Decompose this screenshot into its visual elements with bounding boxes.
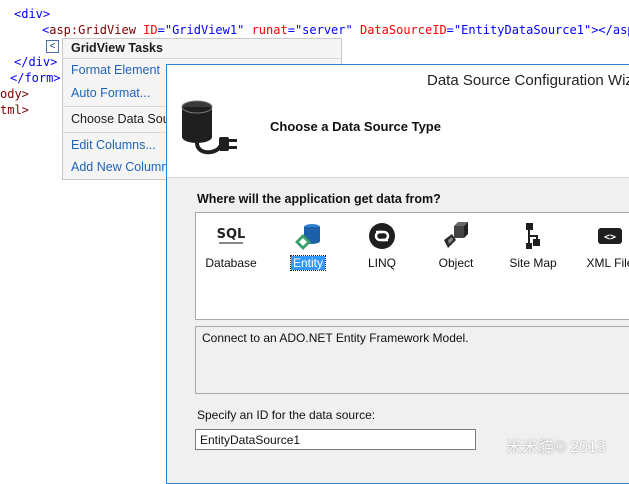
source-type-label: Object — [438, 256, 474, 270]
source-question-label: Where will the application get data from… — [197, 192, 441, 206]
add-new-column-link[interactable]: Add New Column... — [71, 160, 179, 174]
source-type-label: XML File — [586, 256, 629, 270]
format-element-link[interactable]: Format Element — [71, 63, 160, 77]
code-line: <asp:GridView ID="GridView1" runat="serv… — [42, 23, 629, 37]
source-description-box: Connect to an ADO.NET Entity Framework M… — [195, 326, 629, 394]
source-type-label: Entity — [289, 255, 327, 271]
divider — [63, 58, 341, 59]
source-type-label: Site Map — [509, 256, 557, 270]
data-source-id-label: Specify an ID for the data source: — [197, 408, 376, 422]
database-plug-icon — [181, 100, 237, 155]
data-source-type-list[interactable]: SQL Database Entity LINQ Object Site Map… — [195, 212, 629, 320]
sql-database-icon: SQL — [217, 227, 246, 244]
code-line: </div> — [14, 55, 58, 69]
smart-tag-button[interactable]: < — [46, 40, 59, 53]
code-line: ody> — [0, 87, 29, 101]
svg-text:SQL: SQL — [217, 227, 246, 242]
source-type-label: LINQ — [367, 256, 396, 270]
svg-text:<>: <> — [604, 232, 616, 243]
step-title: Choose a Data Source Type — [270, 119, 441, 134]
wizard-header: Choose a Data Source Type — [167, 95, 629, 177]
xml-file-icon: <> — [598, 228, 622, 244]
source-type-site-map[interactable]: Site Map — [502, 218, 564, 274]
source-type-label: Database — [205, 256, 257, 270]
source-type-database[interactable]: SQL Database — [200, 218, 262, 274]
site-map-icon — [526, 223, 540, 249]
code-line: </form> — [10, 71, 61, 85]
edit-columns-link[interactable]: Edit Columns... — [71, 138, 156, 152]
auto-format-link[interactable]: Auto Format... — [71, 86, 150, 100]
source-description: Connect to an ADO.NET Entity Framework M… — [202, 331, 469, 345]
data-source-id-input[interactable] — [195, 429, 476, 450]
source-type-xml-file[interactable]: <> XML File — [579, 218, 629, 274]
entity-icon — [295, 224, 320, 250]
linq-icon — [369, 223, 395, 249]
object-icon — [444, 222, 468, 248]
dialog-title: Data Source Configuration Wizard — [427, 72, 629, 89]
dialog-titlebar[interactable]: Data Source Configuration Wizard — [167, 65, 629, 95]
watermark: 米米貓© 2013 — [506, 439, 606, 456]
source-type-linq[interactable]: LINQ — [351, 218, 413, 274]
code-line: tml> — [0, 103, 29, 117]
code-line: <div> — [14, 7, 51, 21]
source-type-object[interactable]: Object — [425, 218, 487, 274]
source-type-entity[interactable]: Entity — [277, 218, 339, 274]
data-source-wizard-dialog: Data Source Configuration Wizard Choose … — [166, 64, 629, 484]
tasks-panel-title: GridView Tasks — [71, 41, 163, 55]
